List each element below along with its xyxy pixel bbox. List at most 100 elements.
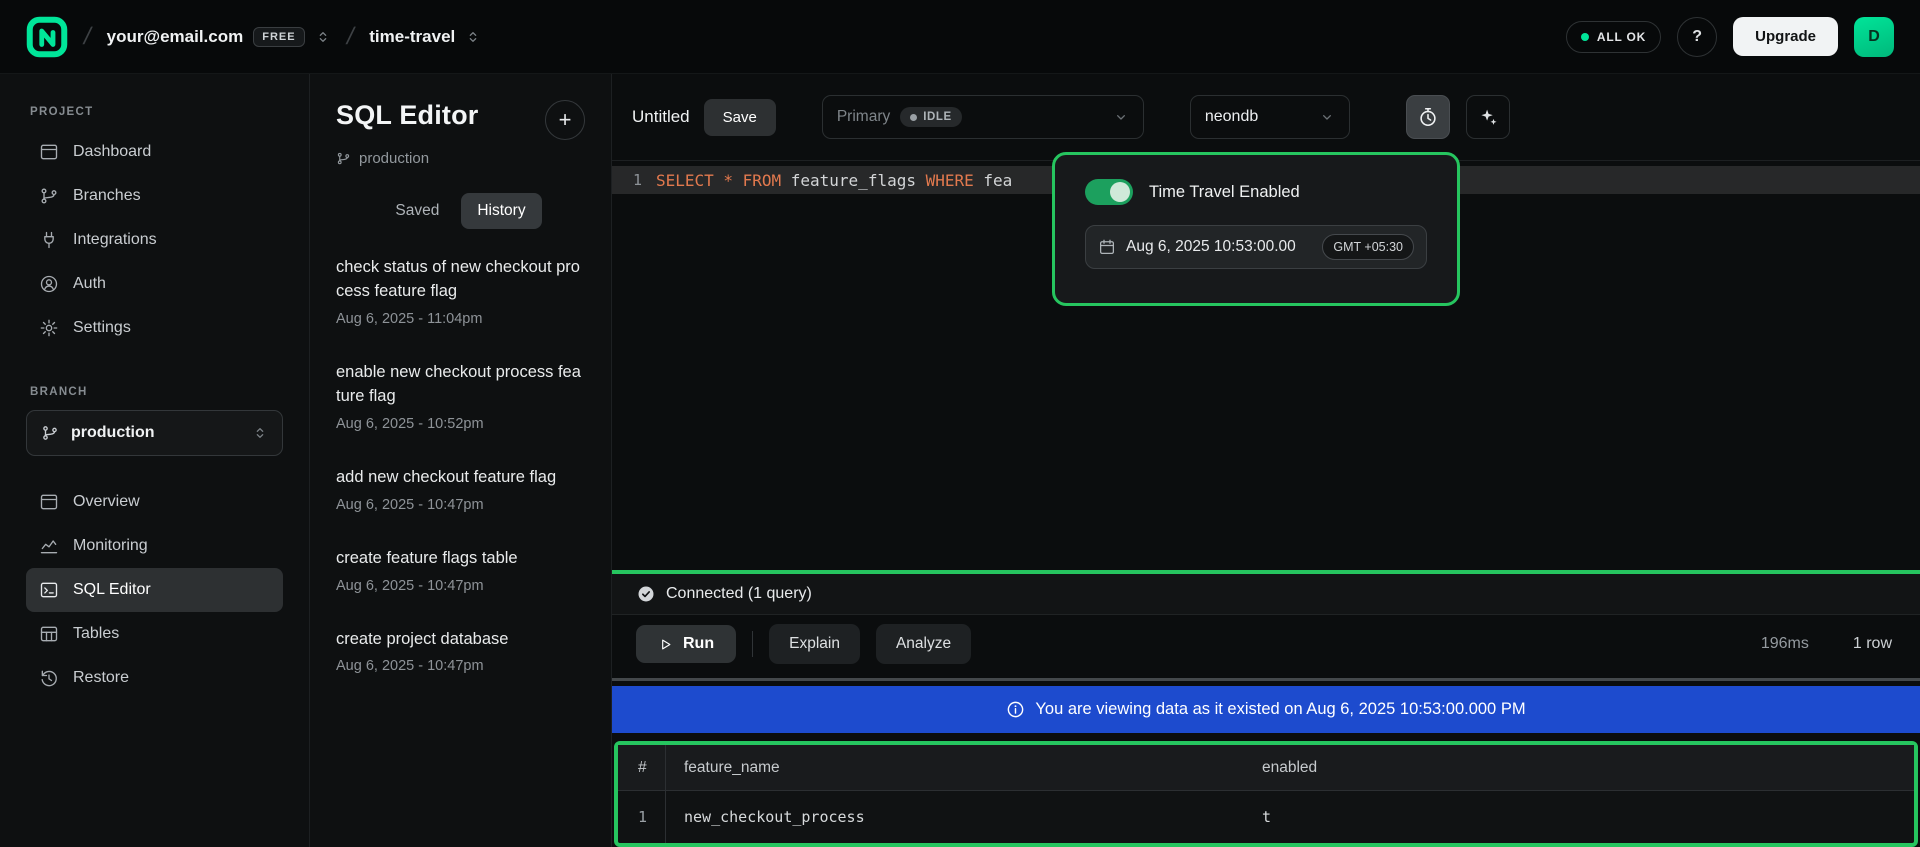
sidebar-gap bbox=[26, 350, 283, 380]
info-icon bbox=[1006, 700, 1025, 719]
header-row-number: # bbox=[638, 759, 647, 777]
explain-button[interactable]: Explain bbox=[769, 624, 860, 664]
sidebar-item-overview[interactable]: Overview bbox=[26, 480, 283, 524]
sidebar-item-monitoring[interactable]: Monitoring bbox=[26, 524, 283, 568]
project-name: time-travel bbox=[369, 27, 455, 47]
sidebar-item-label: Dashboard bbox=[73, 143, 151, 161]
history-item-date: Aug 6, 2025 - 10:47pm bbox=[336, 497, 585, 513]
run-button[interactable]: Run bbox=[636, 625, 736, 663]
new-query-button[interactable]: + bbox=[545, 100, 585, 140]
connection-status-text: Connected (1 query) bbox=[666, 585, 812, 603]
sidebar-item-label: Branches bbox=[73, 187, 141, 205]
toggle-knob bbox=[1110, 182, 1130, 202]
auth-icon bbox=[39, 274, 59, 294]
sparkles-icon bbox=[1477, 106, 1499, 128]
sql-keyword: SELECT bbox=[656, 171, 714, 190]
history-item-title: enable new checkout process feature flag bbox=[336, 361, 585, 409]
banner-text: You are viewing data as it existed on Au… bbox=[1035, 700, 1525, 719]
line-number: 1 bbox=[612, 171, 656, 189]
results-table: # feature_name enabled 1 new_checkout_pr… bbox=[614, 741, 1918, 847]
time-travel-datetime-input[interactable]: Aug 6, 2025 10:53:00.00 GMT +05:30 bbox=[1085, 225, 1427, 269]
sidebar-item-branches[interactable]: Branches bbox=[26, 174, 283, 218]
sql-editor-icon bbox=[39, 580, 59, 600]
sidebar-item-label: Tables bbox=[73, 625, 119, 643]
cell-row-number: 1 bbox=[638, 808, 647, 826]
play-icon bbox=[658, 637, 673, 652]
sidebar-item-dashboard[interactable]: Dashboard bbox=[26, 130, 283, 174]
plus-icon: + bbox=[559, 107, 572, 132]
time-travel-toggle[interactable] bbox=[1085, 179, 1133, 205]
history-item-title: add new checkout feature flag bbox=[336, 466, 585, 490]
run-toolbar: Run Explain Analyze 196ms 1 row bbox=[612, 615, 1920, 673]
compute-selector[interactable]: Primary IDLE bbox=[822, 95, 1144, 139]
sidebar-item-auth[interactable]: Auth bbox=[26, 262, 283, 306]
database-selector[interactable]: neondb bbox=[1190, 95, 1350, 139]
avatar[interactable]: D bbox=[1854, 17, 1894, 57]
calendar-icon bbox=[1098, 238, 1116, 256]
analyze-button[interactable]: Analyze bbox=[876, 624, 971, 664]
org-selector[interactable]: your@email.com FREE bbox=[107, 27, 331, 47]
table-row[interactable]: 1 new_checkout_process t bbox=[618, 791, 1914, 843]
run-label: Run bbox=[683, 635, 714, 653]
sql-table-name: feature_flags bbox=[791, 171, 916, 190]
project-selector[interactable]: time-travel bbox=[369, 27, 481, 47]
time-travel-toggle-label: Time Travel Enabled bbox=[1149, 183, 1300, 202]
sidebar: PROJECT Dashboard Branches Integrations … bbox=[0, 74, 310, 847]
branch-section-label: BRANCH bbox=[30, 386, 283, 398]
chevron-updown-icon bbox=[252, 425, 268, 441]
sql-star: * bbox=[723, 171, 733, 190]
results-scroll-area bbox=[612, 673, 1920, 686]
tables-icon bbox=[39, 624, 59, 644]
help-icon: ? bbox=[1692, 28, 1702, 45]
timezone-badge: GMT +05:30 bbox=[1322, 234, 1414, 260]
sidebar-item-settings[interactable]: Settings bbox=[26, 306, 283, 350]
query-duration: 196ms bbox=[1761, 635, 1809, 653]
compute-status: IDLE bbox=[923, 111, 952, 123]
sidebar-item-label: Monitoring bbox=[73, 537, 148, 555]
sidebar-item-sql-editor[interactable]: SQL Editor bbox=[26, 568, 283, 612]
sidebar-item-label: Overview bbox=[73, 493, 140, 511]
sidebar-item-label: Restore bbox=[73, 669, 129, 687]
breadcrumb-separator: / bbox=[81, 23, 94, 51]
topbar: / your@email.com FREE / time-travel ALL … bbox=[0, 0, 1920, 74]
sidebar-item-integrations[interactable]: Integrations bbox=[26, 218, 283, 262]
ai-assist-button[interactable] bbox=[1466, 95, 1510, 139]
time-travel-banner: You are viewing data as it existed on Au… bbox=[612, 686, 1920, 733]
status-label: ALL OK bbox=[1597, 30, 1646, 44]
editor-main: Untitled Save Primary IDLE neondb bbox=[612, 74, 1920, 847]
save-button[interactable]: Save bbox=[704, 99, 776, 136]
history-item-title: create feature flags table bbox=[336, 547, 585, 571]
restore-icon bbox=[39, 668, 59, 688]
monitoring-icon bbox=[39, 536, 59, 556]
chevron-down-icon bbox=[1113, 109, 1129, 125]
branch-selector[interactable]: production bbox=[26, 410, 283, 456]
upgrade-button[interactable]: Upgrade bbox=[1733, 17, 1838, 56]
history-item[interactable]: create feature flags table Aug 6, 2025 -… bbox=[310, 530, 611, 611]
sql-query-text: SELECT * FROM feature_flags WHERE fea bbox=[656, 171, 1012, 190]
tab-history[interactable]: History bbox=[461, 193, 541, 229]
history-item[interactable]: create project database Aug 6, 2025 - 10… bbox=[310, 611, 611, 692]
sidebar-item-tables[interactable]: Tables bbox=[26, 612, 283, 656]
history-item[interactable]: add new checkout feature flag Aug 6, 202… bbox=[310, 449, 611, 530]
sql-keyword: FROM bbox=[743, 171, 782, 190]
history-item[interactable]: enable new checkout process feature flag… bbox=[310, 344, 611, 449]
sidebar-item-label: Auth bbox=[73, 275, 106, 293]
settings-icon bbox=[39, 318, 59, 338]
sidebar-item-restore[interactable]: Restore bbox=[26, 656, 283, 700]
query-tab-title[interactable]: Untitled bbox=[632, 107, 690, 127]
cell-enabled: t bbox=[1262, 808, 1271, 826]
connection-status-bar: Connected (1 query) bbox=[612, 574, 1920, 615]
time-travel-button[interactable] bbox=[1406, 95, 1450, 139]
idle-dot-icon bbox=[910, 114, 917, 121]
status-pill[interactable]: ALL OK bbox=[1566, 21, 1661, 53]
history-list: check status of new checkout process fea… bbox=[310, 239, 611, 691]
check-circle-icon bbox=[636, 584, 656, 604]
help-button[interactable]: ? bbox=[1677, 17, 1717, 57]
horizontal-scrollbar[interactable] bbox=[612, 678, 1920, 681]
history-item[interactable]: check status of new checkout process fea… bbox=[310, 239, 611, 344]
saved-history-tabs: Saved History bbox=[310, 193, 611, 229]
neon-logo[interactable] bbox=[26, 16, 68, 58]
history-item-date: Aug 6, 2025 - 11:04pm bbox=[336, 311, 585, 327]
tab-saved[interactable]: Saved bbox=[379, 193, 455, 229]
stopwatch-icon bbox=[1417, 106, 1439, 128]
